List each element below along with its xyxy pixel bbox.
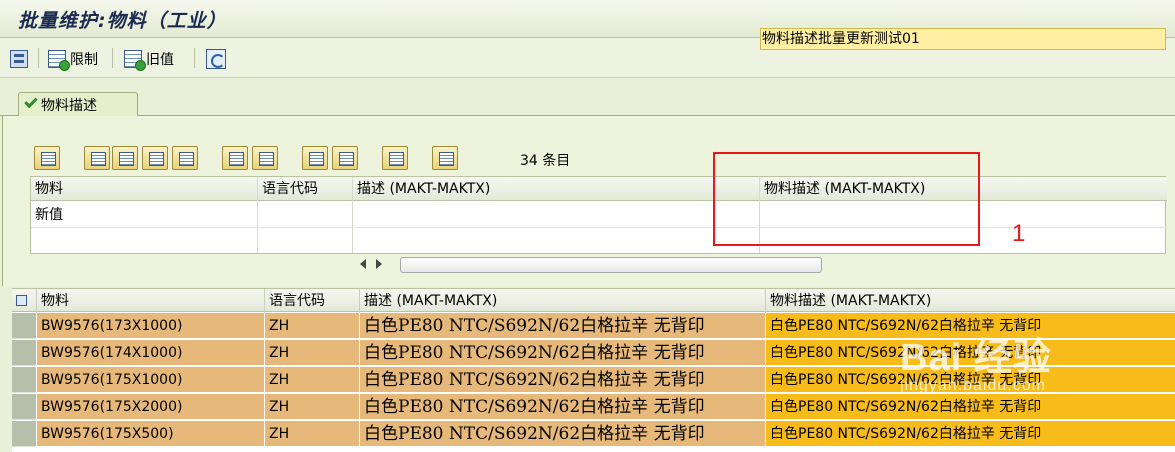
grid-insert-button[interactable] — [222, 146, 248, 170]
navigation-icon — [10, 50, 28, 68]
grid-sort-desc-button[interactable] — [332, 146, 358, 170]
column-divider — [257, 177, 258, 253]
old-value-button[interactable]: 旧值 — [124, 47, 174, 71]
list-column-material[interactable]: 物料 — [36, 289, 264, 313]
tab-material-description[interactable]: 物料描述 — [18, 92, 138, 116]
limit-button-label: 限制 — [70, 52, 98, 68]
cell-description[interactable]: 白色PE80 NTC/S692N/62白格拉辛 无背印 — [359, 340, 765, 366]
cell-language[interactable]: ZH — [264, 340, 359, 366]
row-selector[interactable] — [12, 367, 36, 393]
cell-description[interactable]: 白色PE80 NTC/S692N/62白格拉辛 无背印 — [359, 313, 765, 339]
row-selector[interactable] — [12, 394, 36, 420]
cell-material[interactable]: BW9576(175X500) — [36, 421, 264, 447]
row-selector[interactable] — [12, 313, 36, 339]
toolbar-separator — [112, 48, 113, 68]
window-title: 批量维护:物料（工业） — [18, 10, 227, 32]
cell-material-description[interactable]: 白色PE80 NTC/S692N/62白格拉辛 无背印 — [765, 394, 1175, 420]
new-value-table-header: 物料 语言代码 描述 (MAKT-MAKTX) 物料描述 (MAKT-MAKTX… — [31, 177, 1167, 201]
cell-language[interactable]: ZH — [264, 313, 359, 339]
table-plus-icon — [48, 50, 70, 71]
cell-description[interactable]: 白色PE80 NTC/S692N/62白格拉辛 无背印 — [359, 421, 765, 447]
cell-material[interactable]: BW9576(173X1000) — [36, 313, 264, 339]
cell-language[interactable]: ZH — [264, 367, 359, 393]
grid-select-block-button[interactable] — [142, 146, 168, 170]
table-row[interactable]: BW9576(175X500) ZH 白色PE80 NTC/S692N/62白格… — [12, 421, 1175, 448]
grid-details-button[interactable] — [34, 146, 60, 170]
new-value-table: 物料 语言代码 描述 (MAKT-MAKTX) 物料描述 (MAKT-MAKTX… — [30, 176, 1167, 254]
select-all-icon[interactable] — [12, 289, 36, 313]
new-value-row-label: 新值 — [35, 207, 63, 223]
old-value-button-label: 旧值 — [146, 52, 174, 68]
table-row[interactable]: BW9576(175X2000) ZH 白色PE80 NTC/S692N/62白… — [12, 394, 1175, 421]
navigation-button[interactable] — [10, 47, 28, 71]
column-header-description[interactable]: 描述 (MAKT-MAKTX) — [353, 177, 759, 201]
tab-label: 物料描述 — [41, 97, 97, 114]
watermark-url: jingyan.baidu.com — [900, 377, 1046, 394]
table-plus-icon — [124, 50, 146, 71]
scroll-right-icon[interactable] — [376, 259, 382, 269]
annotation-number: 1 — [1012, 220, 1026, 247]
watermark-brand: Bai 经验 — [900, 337, 1052, 379]
column-divider — [352, 177, 353, 253]
column-header-language[interactable]: 语言代码 — [258, 177, 352, 201]
row-divider — [31, 227, 1167, 228]
grid-select-all-button[interactable] — [84, 146, 110, 170]
grid-print-button[interactable] — [432, 146, 458, 170]
row-selector[interactable] — [12, 340, 36, 366]
cell-description[interactable]: 白色PE80 NTC/S692N/62白格拉辛 无背印 — [359, 367, 765, 393]
list-column-description[interactable]: 描述 (MAKT-MAKTX) — [359, 289, 765, 313]
cell-material[interactable]: BW9576(175X2000) — [36, 394, 264, 420]
horizontal-scrollbar[interactable] — [352, 255, 822, 275]
limit-button[interactable]: 限制 — [48, 47, 98, 71]
list-column-material-description[interactable]: 物料描述 (MAKT-MAKTX) — [765, 289, 1175, 313]
cell-language[interactable]: ZH — [264, 421, 359, 447]
toolbar-separator — [194, 48, 195, 68]
cell-material-description[interactable]: 白色PE80 NTC/S692N/62白格拉辛 无背印 — [765, 421, 1175, 447]
cell-material[interactable]: BW9576(174X1000) — [36, 340, 264, 366]
material-list-header: 物料 语言代码 描述 (MAKT-MAKTX) 物料描述 (MAKT-MAKTX… — [12, 288, 1175, 313]
check-icon — [24, 94, 38, 109]
cell-language[interactable]: ZH — [264, 394, 359, 420]
grid-sum-button[interactable] — [382, 146, 408, 170]
scroll-left-icon[interactable] — [360, 259, 366, 269]
cell-material[interactable]: BW9576(175X1000) — [36, 367, 264, 393]
refresh-button[interactable] — [206, 47, 226, 71]
new-material-description-input[interactable]: 物料描述批量更新测试01 — [760, 28, 1166, 50]
grid-sort-asc-button[interactable] — [302, 146, 328, 170]
scroll-thumb[interactable] — [400, 257, 822, 273]
list-column-language[interactable]: 语言代码 — [264, 289, 359, 313]
grid-undo-button[interactable] — [252, 146, 278, 170]
grid-deselect-button[interactable] — [112, 146, 138, 170]
refresh-icon — [206, 49, 226, 69]
toolbar-separator — [38, 48, 39, 68]
cell-description[interactable]: 白色PE80 NTC/S692N/62白格拉辛 无背印 — [359, 394, 765, 420]
highlight-box — [713, 152, 980, 246]
grid-filter-button[interactable] — [172, 146, 198, 170]
entry-count: 34 条目 — [520, 153, 571, 169]
column-header-material[interactable]: 物料 — [31, 177, 257, 201]
row-selector[interactable] — [12, 421, 36, 447]
watermark: Bai 经验 jingyan.baidu.com — [900, 326, 1052, 395]
